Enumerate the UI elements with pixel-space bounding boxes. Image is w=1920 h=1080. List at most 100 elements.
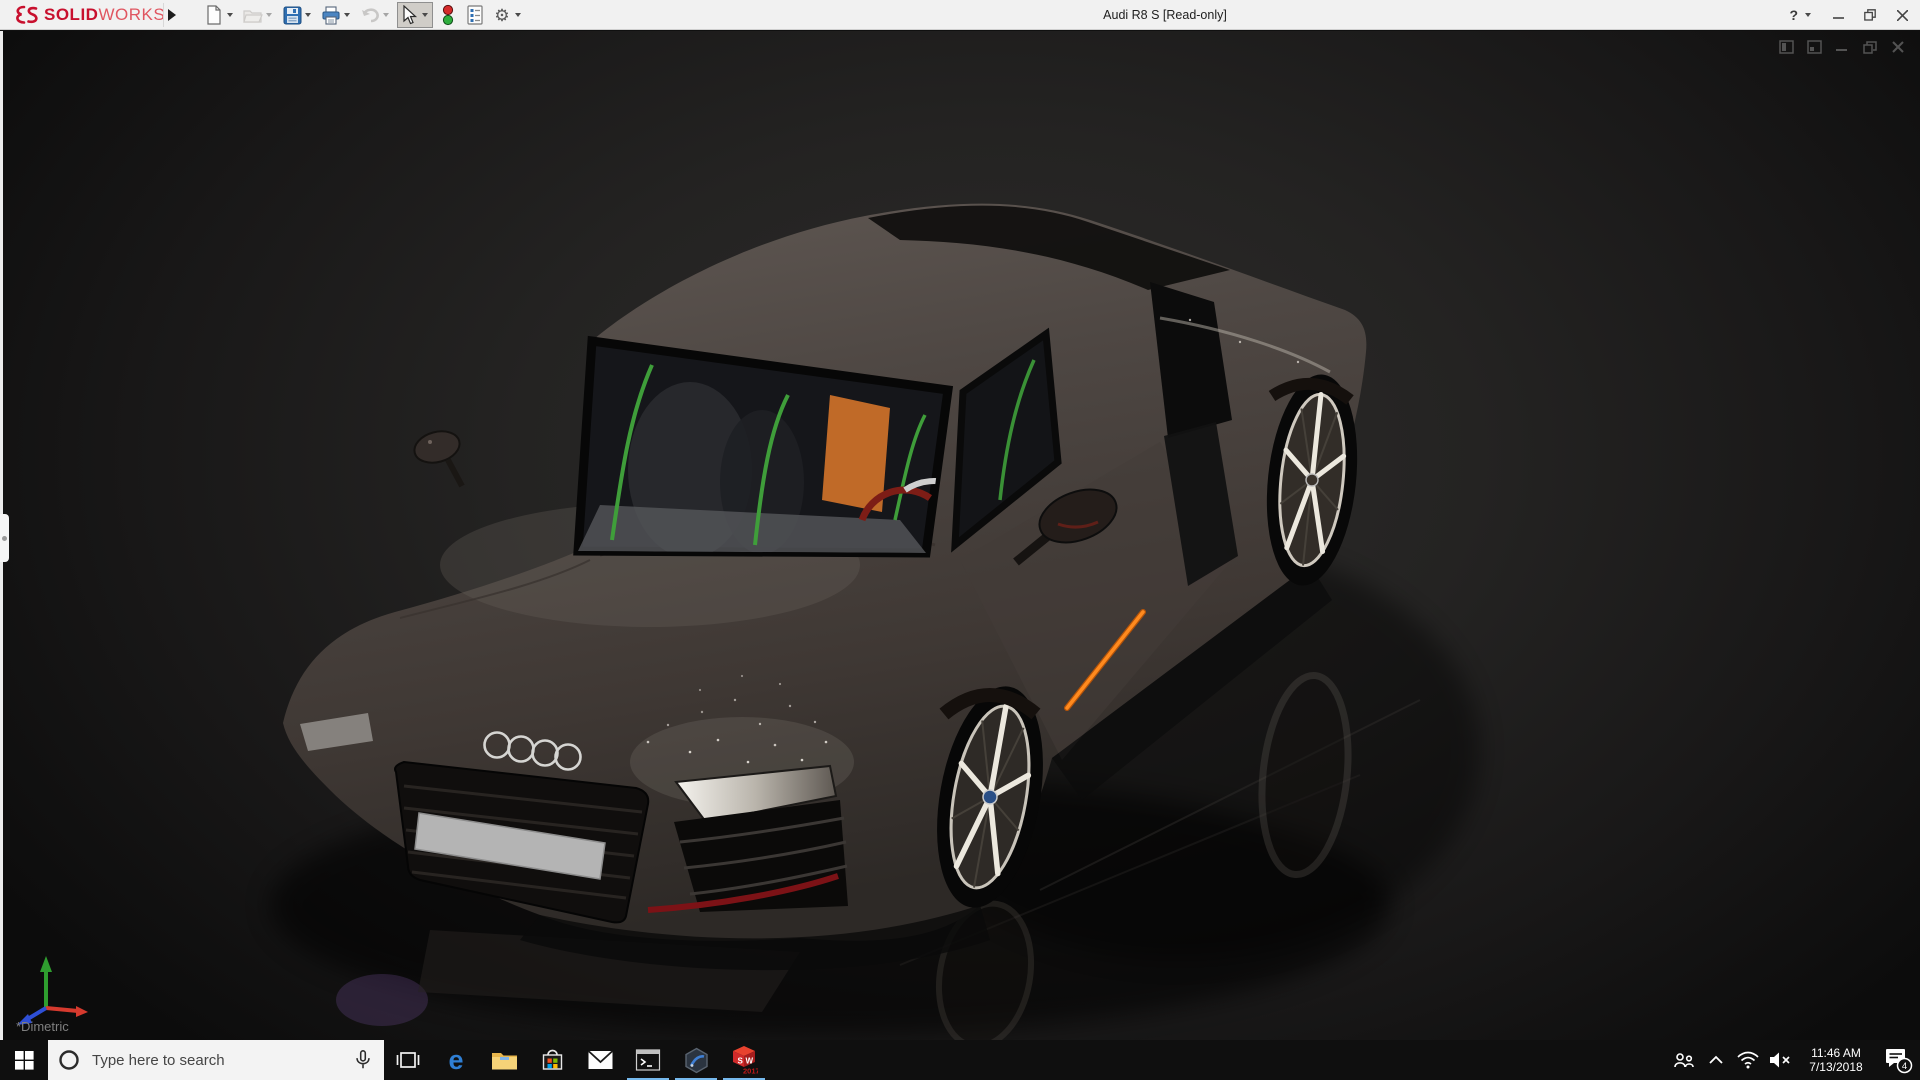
task-view-icon xyxy=(396,1048,420,1072)
system-tray: 11:46 AM 7/13/2018 4 xyxy=(1668,1040,1920,1080)
doc-close-button[interactable] xyxy=(1890,39,1906,55)
dassault-3ds-logo-icon xyxy=(12,2,42,28)
taskbar-app-edge[interactable]: e xyxy=(432,1040,480,1080)
svg-text:2017: 2017 xyxy=(743,1067,758,1076)
dropdown-caret[interactable] xyxy=(1805,13,1811,17)
doc-minimize-button[interactable] xyxy=(1834,39,1850,55)
mail-icon xyxy=(587,1049,614,1071)
close-icon xyxy=(1897,10,1908,21)
menu-flyout-button[interactable] xyxy=(163,3,179,27)
file-explorer-icon xyxy=(491,1048,518,1072)
people-button[interactable] xyxy=(1668,1040,1700,1080)
action-center-button[interactable]: 4 xyxy=(1876,1040,1920,1080)
save-button[interactable] xyxy=(280,2,316,28)
taskbar-app-mail[interactable] xyxy=(576,1040,624,1080)
doc-close-icon xyxy=(1892,41,1904,53)
action-center-icon: 4 xyxy=(1883,1045,1913,1075)
split-pane-left-icon xyxy=(1779,40,1794,54)
open-folder-icon xyxy=(243,5,263,25)
dropdown-caret[interactable] xyxy=(383,13,389,17)
select-cursor-icon xyxy=(399,5,419,25)
doc-minimize-icon xyxy=(1836,41,1848,53)
side-mirror-left[interactable] xyxy=(411,427,463,486)
taskbar-app-solidworks-2017[interactable]: S W 2017 xyxy=(720,1040,768,1080)
cortana-circle-icon xyxy=(58,1049,80,1071)
x-axis-arrow xyxy=(76,1006,88,1017)
window-controls: ? xyxy=(1789,0,1910,30)
store-icon xyxy=(540,1047,565,1073)
y-axis-arrow xyxy=(40,956,52,972)
dropdown-caret[interactable] xyxy=(305,13,311,17)
split-pane-bottom-icon xyxy=(1807,40,1822,54)
undo-arrow-icon xyxy=(360,5,380,25)
start-button[interactable] xyxy=(0,1040,48,1080)
dropdown-caret[interactable] xyxy=(344,13,350,17)
close-button[interactable] xyxy=(1894,7,1910,23)
svg-text:S: S xyxy=(738,1057,744,1066)
new-document-icon xyxy=(204,5,224,25)
panel-splitter-tab[interactable] xyxy=(0,514,9,562)
dropdown-caret[interactable] xyxy=(266,13,272,17)
taskbar-clock[interactable]: 11:46 AM 7/13/2018 xyxy=(1796,1046,1876,1074)
minimize-icon xyxy=(1833,10,1844,21)
windows-taskbar: e xyxy=(0,1040,1920,1080)
restore-button[interactable] xyxy=(1862,7,1878,23)
doc-restore-button[interactable] xyxy=(1862,39,1878,55)
edge-icon: e xyxy=(448,1047,463,1074)
dropdown-caret[interactable] xyxy=(227,13,233,17)
rebuild-traffic-light-icon xyxy=(438,5,458,25)
file-properties-icon xyxy=(465,5,485,25)
flyout-arrow-icon xyxy=(168,9,176,21)
search-input[interactable] xyxy=(90,1051,352,1070)
quick-access-toolbar: ⚙ xyxy=(202,0,526,30)
splitter-grip-icon xyxy=(2,536,7,541)
car-model-render[interactable] xyxy=(0,31,1920,1040)
pane-left-button[interactable] xyxy=(1778,39,1794,55)
options-gear-icon: ⚙ xyxy=(492,5,512,25)
file-properties-button[interactable] xyxy=(463,2,487,28)
select-tool-button[interactable] xyxy=(397,2,433,28)
notification-badge: 4 xyxy=(1902,1061,1907,1072)
orientation-triad xyxy=(8,936,98,1026)
options-button[interactable]: ⚙ xyxy=(490,2,526,28)
open-document-button[interactable] xyxy=(241,2,277,28)
print-button[interactable] xyxy=(319,2,355,28)
dropdown-caret[interactable] xyxy=(422,13,428,17)
help-button[interactable]: ? xyxy=(1789,7,1814,23)
dropdown-caret[interactable] xyxy=(515,13,521,17)
taskbar-app-command-prompt[interactable] xyxy=(624,1040,672,1080)
windows-logo-icon xyxy=(15,1051,34,1070)
task-view-button[interactable] xyxy=(384,1040,432,1080)
network-button[interactable] xyxy=(1732,1040,1764,1080)
volume-muted-icon xyxy=(1768,1050,1793,1070)
new-document-button[interactable] xyxy=(202,2,238,28)
printer-icon xyxy=(321,5,341,25)
rebuild-button[interactable] xyxy=(436,2,460,28)
svg-text:W: W xyxy=(746,1057,754,1066)
brand-text: SOLIDWORKS xyxy=(44,5,165,25)
taskbar-search[interactable] xyxy=(48,1040,384,1080)
taskbar-app-edrawings[interactable] xyxy=(672,1040,720,1080)
solidworks-2017-icon: S W 2017 xyxy=(730,1045,758,1075)
view-orientation-label: *Dimetric xyxy=(16,1019,69,1034)
microphone-icon[interactable] xyxy=(352,1048,374,1072)
solidworks-logo[interactable]: SOLIDWORKS xyxy=(6,0,171,30)
edrawings-hexagon-icon xyxy=(683,1047,710,1074)
minimize-button[interactable] xyxy=(1830,7,1846,23)
chevron-up-icon xyxy=(1708,1054,1724,1066)
titlebar: SOLIDWORKS xyxy=(0,0,1920,30)
people-icon xyxy=(1672,1049,1696,1071)
show-hidden-icons-button[interactable] xyxy=(1700,1040,1732,1080)
taskbar-app-store[interactable] xyxy=(528,1040,576,1080)
wifi-icon xyxy=(1736,1050,1760,1070)
taskbar-app-file-explorer[interactable] xyxy=(480,1040,528,1080)
document-window-controls xyxy=(1778,39,1906,55)
graphics-viewport[interactable]: *Dimetric xyxy=(0,31,1920,1040)
doc-restore-icon xyxy=(1863,41,1877,54)
restore-icon xyxy=(1864,9,1876,21)
help-icon: ? xyxy=(1789,7,1798,23)
clock-date: 7/13/2018 xyxy=(1798,1060,1874,1074)
volume-button[interactable] xyxy=(1764,1040,1796,1080)
undo-button[interactable] xyxy=(358,2,394,28)
pane-bottom-button[interactable] xyxy=(1806,39,1822,55)
